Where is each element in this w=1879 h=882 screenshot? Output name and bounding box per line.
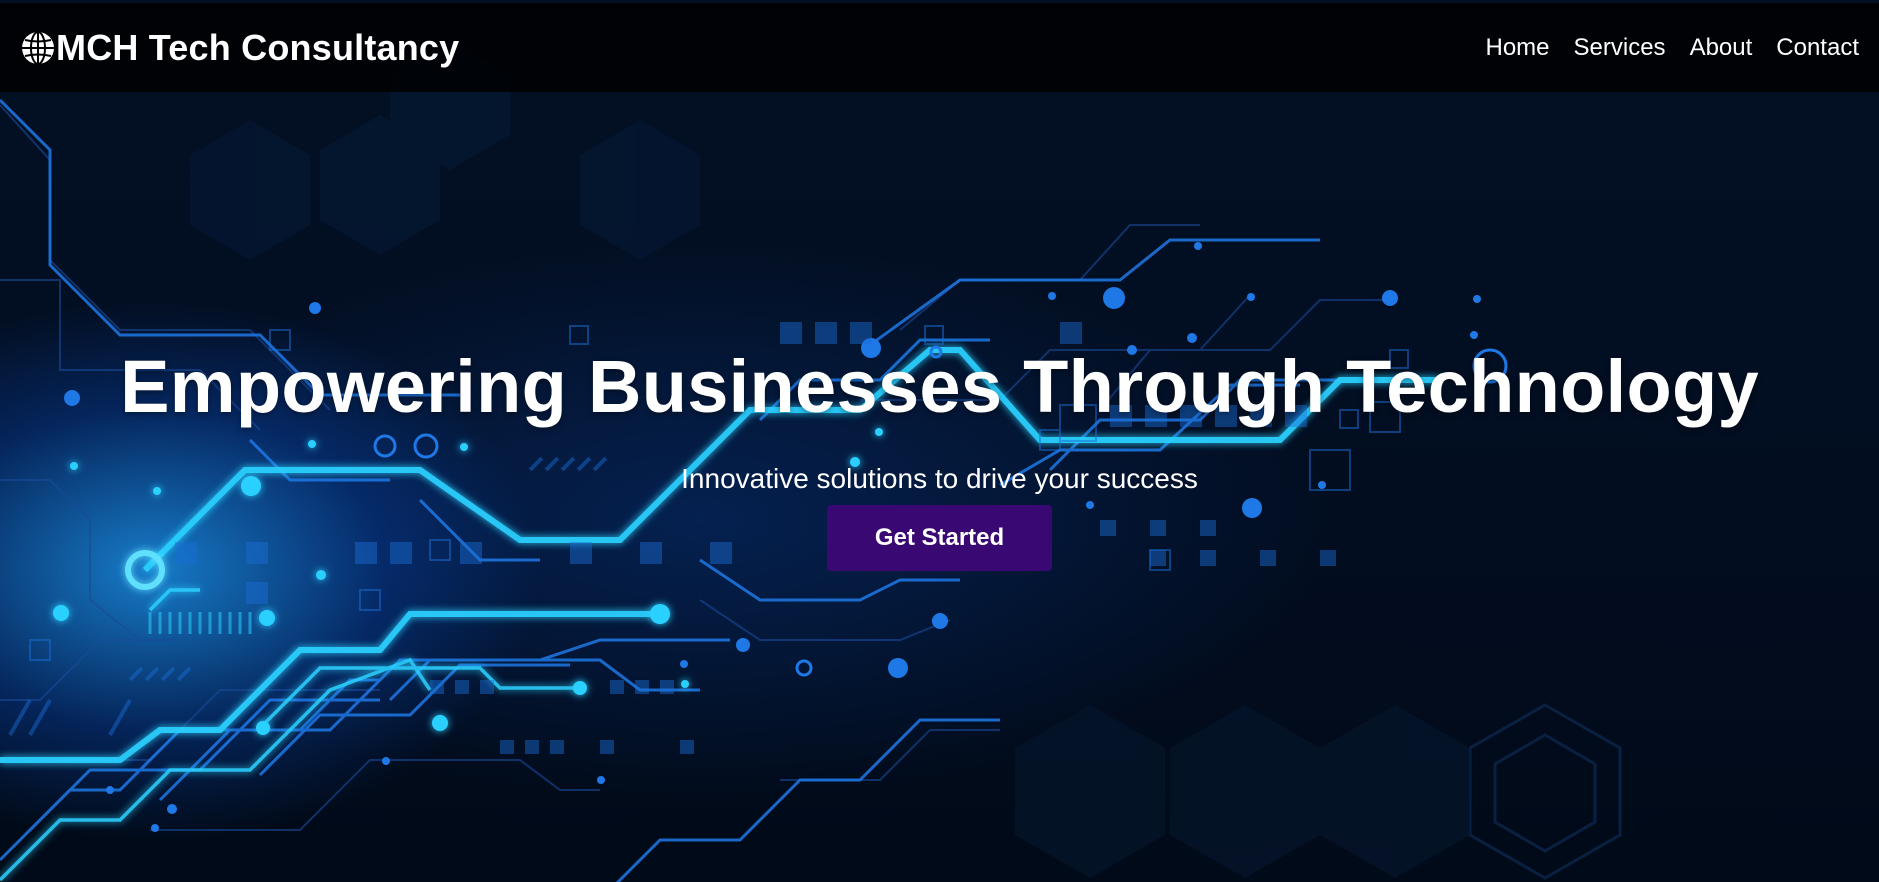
hero-title: Empowering Businesses Through Technology bbox=[120, 345, 1759, 428]
main-nav: Home Services About Contact bbox=[1474, 34, 1860, 62]
hero-content: Empowering Businesses Through Technology… bbox=[0, 345, 1879, 571]
nav-link-home[interactable]: Home bbox=[1474, 34, 1562, 62]
nav-link-contact[interactable]: Contact bbox=[1764, 34, 1859, 62]
globe-icon bbox=[20, 30, 56, 66]
brand[interactable]: MCH Tech Consultancy bbox=[20, 27, 459, 69]
brand-name: MCH Tech Consultancy bbox=[56, 26, 460, 68]
nav-link-services[interactable]: Services bbox=[1562, 34, 1678, 62]
top-navbar: MCH Tech Consultancy Home Services About… bbox=[0, 3, 1879, 92]
nav-link-about[interactable]: About bbox=[1678, 34, 1765, 62]
hero-subtitle: Innovative solutions to drive your succe… bbox=[681, 463, 1198, 494]
get-started-button[interactable]: Get Started bbox=[827, 505, 1052, 571]
